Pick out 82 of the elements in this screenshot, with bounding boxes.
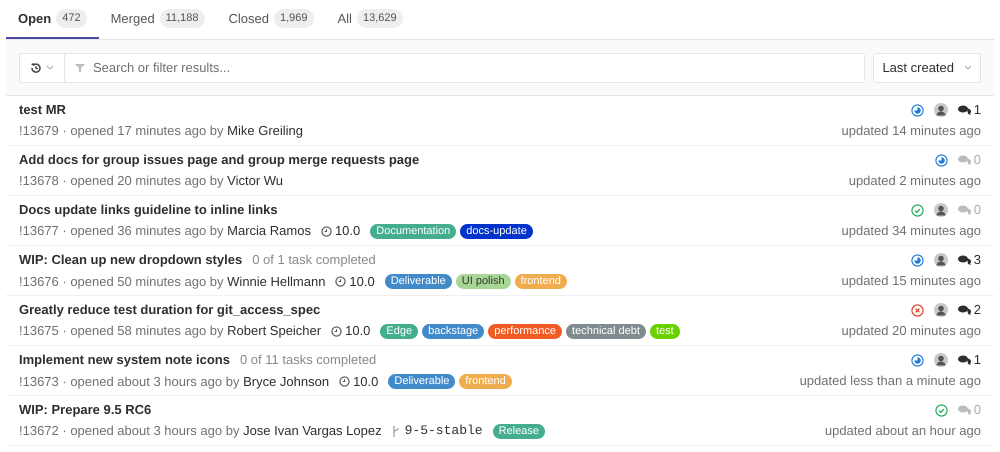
merge-request-title[interactable]: Greatly reduce test duration for git_access_spec bbox=[19, 301, 320, 319]
avatar[interactable] bbox=[934, 103, 948, 117]
comment-count[interactable]: 3 bbox=[958, 250, 981, 270]
comments-icon bbox=[958, 355, 971, 365]
search-field[interactable]: Search or filter results... bbox=[19, 52, 866, 82]
label-badge[interactable]: Deliverable bbox=[388, 374, 456, 390]
author-link[interactable]: Marcia Ramos bbox=[227, 223, 311, 238]
comments-icon bbox=[958, 305, 971, 315]
comment-count[interactable]: 2 bbox=[958, 300, 981, 320]
clock-icon bbox=[320, 226, 332, 236]
updated-time: updated 2 minutes ago bbox=[848, 172, 981, 190]
merge-request-meta: !13676 · opened 50 minutes ago by Winnie Hellmann bbox=[19, 272, 326, 291]
milestone-link[interactable]: 10.0 bbox=[331, 322, 370, 340]
merge-request-title[interactable]: Docs update links guideline to inline links bbox=[19, 201, 278, 219]
author-link[interactable]: Robert Speicher bbox=[227, 323, 322, 338]
merge-request-title[interactable]: WIP: Clean up new dropdown styles bbox=[19, 251, 242, 270]
updated-time: updated 14 minutes ago bbox=[842, 122, 981, 140]
tab[interactable]: Merged 11,188 bbox=[98, 0, 216, 39]
task-status: 0 of 11 tasks completed bbox=[240, 351, 376, 370]
branch-icon bbox=[392, 426, 400, 436]
comments-icon bbox=[958, 405, 971, 415]
merge-request-meta: !13677 · opened 36 minutes ago by Marcia Ramos bbox=[19, 222, 311, 240]
tab[interactable]: Closed 1,969 bbox=[216, 0, 326, 39]
pipeline-failed-icon[interactable] bbox=[910, 304, 924, 316]
merge-request-meta: !13673 · opened about 3 hours ago by Bryce Johnson bbox=[19, 372, 330, 391]
pipeline-running-icon[interactable] bbox=[910, 104, 924, 116]
updated-time: updated about an hour ago bbox=[824, 422, 981, 440]
clock-icon bbox=[339, 376, 350, 388]
comments-icon bbox=[958, 255, 971, 265]
avatar[interactable] bbox=[934, 203, 948, 217]
label-badge[interactable]: docs-update bbox=[460, 224, 533, 238]
pipeline-running-icon[interactable] bbox=[934, 154, 948, 166]
updated-time: updated 20 minutes ago bbox=[842, 322, 981, 340]
comments-icon bbox=[958, 105, 971, 115]
pipeline-running-icon[interactable] bbox=[910, 254, 924, 266]
merge-request-meta: !13672 · opened about 3 hours ago by Jose Ivan Vargas Lopez bbox=[19, 422, 382, 440]
merge-request-meta: !13675 · opened 58 minutes ago by Robert Speicher bbox=[19, 322, 322, 340]
author-link[interactable]: Jose Ivan Vargas Lopez bbox=[243, 423, 382, 438]
chevron-down-icon bbox=[46, 65, 54, 70]
search-input[interactable]: Search or filter results... bbox=[93, 58, 864, 78]
avatar[interactable] bbox=[934, 353, 948, 367]
merge-request-title[interactable]: test MR bbox=[19, 101, 66, 119]
label-badge[interactable]: Deliverable bbox=[384, 274, 452, 290]
milestone-link[interactable]: 10.0 bbox=[320, 222, 360, 240]
merge-request-meta: !13679 · opened 17 minutes ago by Mike Greiling bbox=[19, 122, 304, 140]
author-link[interactable]: Bryce Johnson bbox=[243, 374, 330, 389]
author-link[interactable]: Mike Greiling bbox=[227, 123, 304, 138]
updated-time: updated less than a minute ago bbox=[800, 372, 981, 390]
merge-request-title[interactable]: WIP: Prepare 9.5 RC6 bbox=[19, 401, 152, 419]
avatar[interactable] bbox=[934, 253, 948, 267]
clock-icon bbox=[335, 276, 346, 288]
author-link[interactable]: Winnie Hellmann bbox=[227, 274, 326, 289]
count-badge: 1,969 bbox=[274, 9, 314, 28]
avatar[interactable] bbox=[934, 303, 948, 317]
tab[interactable]: All 13,629 bbox=[326, 0, 415, 39]
sort-dropdown[interactable]: Last created bbox=[873, 52, 981, 82]
comments-icon bbox=[958, 205, 971, 215]
comments-icon bbox=[958, 155, 971, 165]
count-badge: 472 bbox=[56, 9, 87, 28]
label-badge[interactable]: UI polish bbox=[456, 274, 511, 290]
pipeline-running-icon[interactable] bbox=[910, 354, 924, 366]
count-badge: 13,629 bbox=[356, 9, 403, 28]
pipeline-passed-icon[interactable] bbox=[910, 204, 924, 216]
updated-time: updated 34 minutes ago bbox=[842, 222, 981, 240]
merge-request-title[interactable]: Add docs for group issues page and group merge requests page bbox=[19, 151, 420, 169]
pipeline-passed-icon[interactable] bbox=[934, 404, 948, 416]
chevron-down-icon bbox=[964, 65, 972, 70]
comment-count[interactable]: 1 bbox=[958, 100, 981, 120]
branch-name: 9-5-stable bbox=[404, 422, 483, 440]
label-badge[interactable]: backstage bbox=[422, 324, 484, 338]
history-icon bbox=[30, 62, 42, 74]
updated-time: updated 15 minutes ago bbox=[842, 272, 981, 290]
milestone-link[interactable]: 10.0 bbox=[335, 272, 375, 291]
merge-request-title[interactable]: Implement new system note icons bbox=[19, 351, 230, 370]
author-link[interactable]: Victor Wu bbox=[227, 173, 284, 188]
merge-request-meta: !13678 · opened 20 minutes ago by Victor Wu bbox=[19, 172, 284, 190]
milestone-link[interactable]: 10.0 bbox=[339, 372, 378, 391]
task-status: 0 of 1 task completed bbox=[252, 251, 376, 270]
comment-count[interactable]: 1 bbox=[958, 350, 981, 370]
filter-icon bbox=[75, 62, 85, 72]
clock-icon bbox=[331, 326, 342, 336]
count-badge: 11,188 bbox=[160, 9, 204, 28]
